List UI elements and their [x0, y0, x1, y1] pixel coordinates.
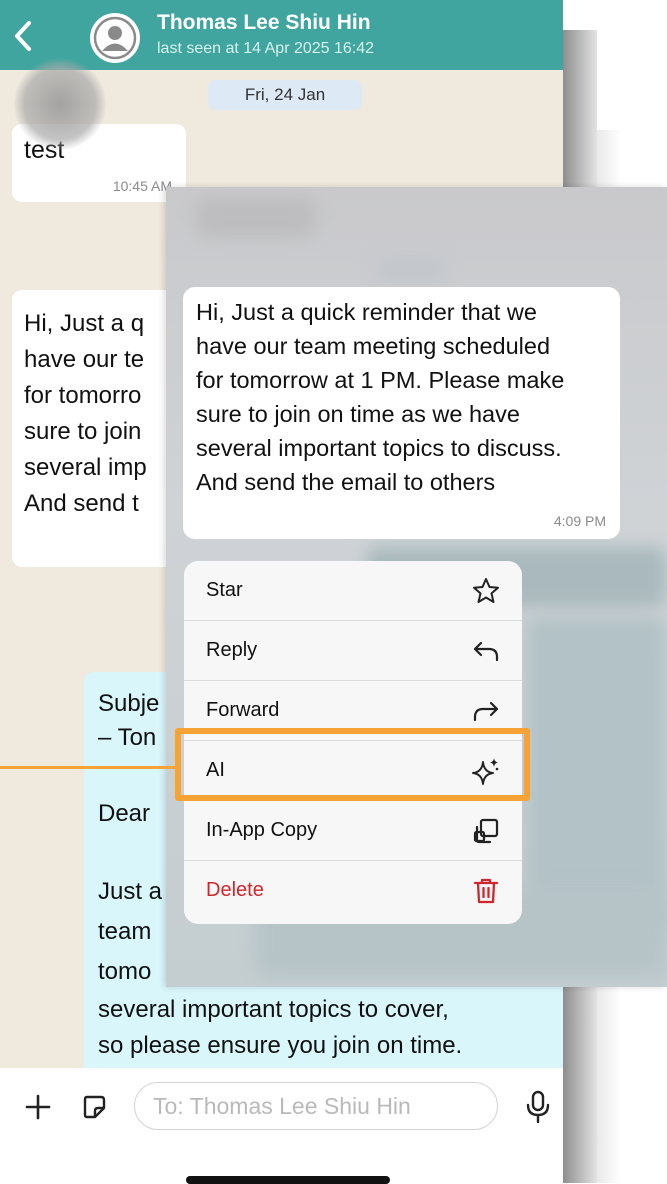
message-text-line: tomo	[98, 958, 152, 985]
menu-item-delete[interactable]: Delete	[184, 861, 522, 921]
message-text-line: sure to join on time as we have	[196, 401, 520, 427]
message-text-line: Subje	[98, 690, 160, 717]
date-separator: Fri, 24 Jan	[208, 80, 362, 110]
message-text-line: several imp	[24, 454, 147, 481]
chat-header: Thomas Lee Shiu Hin last seen at 14 Apr …	[0, 0, 563, 70]
message-time: 4:09 PM	[553, 513, 606, 529]
message-text-line: And send the email to others	[196, 469, 496, 495]
plus-icon	[25, 1094, 51, 1120]
zoomed-context-view: Hi, Just a quick reminder that we have o…	[166, 187, 667, 987]
last-seen-status: last seen at 14 Apr 2025 16:42	[157, 40, 375, 57]
message-text-line: Hi, Just a q	[24, 310, 145, 337]
microphone-icon	[526, 1090, 550, 1124]
menu-item-star[interactable]: Star	[184, 561, 522, 621]
menu-item-label: Star	[206, 579, 243, 601]
message-text-line: for tomorrow at 1 PM. Please make	[196, 367, 565, 393]
annotation-connector-line	[0, 766, 176, 769]
menu-item-reply[interactable]: Reply	[184, 621, 522, 681]
menu-item-label: Delete	[206, 879, 264, 901]
menu-item-in-app-copy[interactable]: In-App Copy	[184, 801, 522, 861]
message-text-line: sure to join	[24, 418, 142, 445]
message-text-line: several important topics to cover,	[98, 996, 449, 1023]
forward-arrow-icon	[473, 701, 499, 722]
star-icon	[473, 578, 499, 603]
microphone-button[interactable]	[520, 1085, 556, 1129]
selected-message-bubble[interactable]: Hi, Just a quick reminder that we have o…	[183, 287, 620, 539]
attach-button[interactable]	[18, 1085, 58, 1129]
message-text-line: so please ensure you join on time.	[98, 1032, 463, 1059]
message-text-line: have our te	[24, 346, 145, 373]
message-input[interactable]	[134, 1082, 498, 1130]
reply-arrow-icon	[473, 641, 499, 662]
message-text-line: And send t	[24, 490, 139, 517]
chevron-left-icon	[15, 21, 31, 51]
message-text-line: team	[98, 918, 152, 945]
message-time: 10:45 AM	[112, 178, 172, 194]
message-text-line: Hi, Just a quick reminder that we	[196, 299, 537, 325]
annotation-highlight-box	[175, 728, 530, 801]
contact-name[interactable]: Thomas Lee Shiu Hin	[157, 11, 371, 35]
message-text-line: for tomorro	[24, 382, 142, 409]
menu-item-label: Reply	[206, 639, 258, 661]
menu-item-label: Forward	[206, 699, 280, 721]
back-button[interactable]	[6, 18, 40, 54]
copy-icon	[473, 818, 499, 844]
trash-icon	[473, 878, 499, 904]
contact-avatar[interactable]	[90, 13, 140, 63]
message-text-line: have our team meeting scheduled	[196, 333, 551, 359]
message-text-line: Dear	[98, 800, 151, 827]
person-icon	[93, 16, 137, 60]
message-text-line: Just a	[98, 878, 163, 905]
sticker-icon	[83, 1095, 106, 1119]
sticker-button[interactable]	[74, 1085, 114, 1129]
menu-item-label: In-App Copy	[206, 819, 318, 841]
message-text-line: – Ton	[98, 724, 157, 751]
touch-indicator	[14, 58, 106, 150]
message-text-line: several important topics to discuss.	[196, 435, 562, 461]
